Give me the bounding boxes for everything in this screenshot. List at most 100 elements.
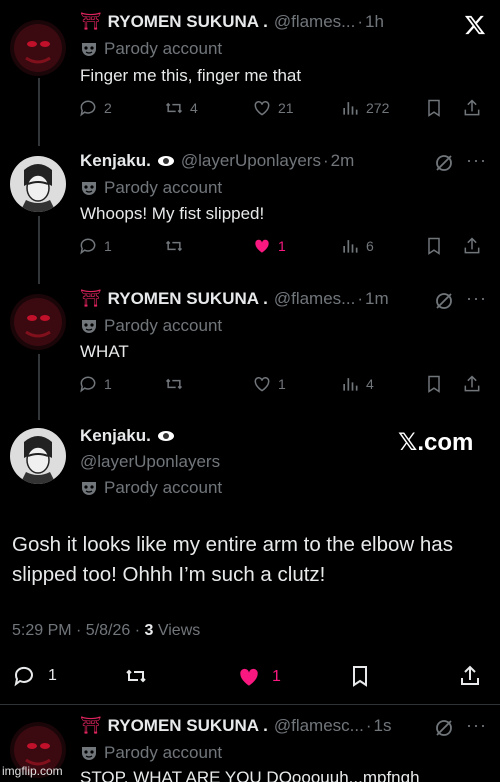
x-com-watermark: 𝕏.com xyxy=(398,429,474,456)
views-button[interactable]: 4 xyxy=(340,374,374,394)
views-icon xyxy=(343,378,358,391)
repost-icon xyxy=(165,240,183,252)
parody-text: Parody account xyxy=(104,178,223,197)
reply-button[interactable]: 1 xyxy=(78,236,112,256)
separator: · xyxy=(357,12,364,31)
repost-button[interactable]: 4 xyxy=(164,98,198,118)
separator: · xyxy=(322,151,329,170)
x-logo-icon[interactable] xyxy=(464,14,486,36)
thread-line xyxy=(38,354,40,420)
reply-icon xyxy=(80,238,96,255)
parody-label: Parody account xyxy=(80,316,222,336)
display-name[interactable]: RYOMEN SUKUNA . xyxy=(108,12,268,32)
repost-button[interactable] xyxy=(124,664,148,688)
timestamp[interactable]: 2m xyxy=(331,151,355,171)
share-icon xyxy=(461,665,479,685)
thread-line xyxy=(38,78,40,146)
heart-filled-icon xyxy=(255,239,269,253)
user-handle[interactable]: @flames... xyxy=(274,12,356,32)
action-bar: 1 1 6 xyxy=(78,236,480,260)
mask-icon xyxy=(82,747,96,760)
eye-icon xyxy=(157,427,175,445)
views-icon xyxy=(343,102,358,115)
repost-icon xyxy=(126,669,146,683)
like-button[interactable]: 1 xyxy=(236,664,281,690)
avatar[interactable] xyxy=(10,20,66,76)
like-button[interactable]: 21 xyxy=(252,98,294,118)
parody-text: Parody account xyxy=(104,316,223,335)
parody-label: Parody account xyxy=(80,178,222,198)
tweet-header: ⛩ RYOMEN SUKUNA . @flamesc... · 1s xyxy=(80,716,391,736)
bookmark-button[interactable] xyxy=(424,374,444,394)
bookmark-button[interactable] xyxy=(424,236,444,256)
repost-button[interactable] xyxy=(164,236,190,256)
reply-button[interactable]: 1 xyxy=(12,664,57,688)
like-button[interactable]: 1 xyxy=(252,374,286,394)
grok-icon[interactable] xyxy=(434,153,454,173)
display-name[interactable]: RYOMEN SUKUNA . xyxy=(108,716,268,736)
display-name[interactable]: RYOMEN SUKUNA . xyxy=(108,289,268,309)
heart-filled-icon xyxy=(240,668,258,686)
user-handle[interactable]: @layerUponlayers xyxy=(181,151,321,171)
separator: · xyxy=(357,289,364,308)
user-handle[interactable]: @flamesc... xyxy=(274,716,364,736)
mask-icon xyxy=(82,182,96,195)
repost-icon xyxy=(165,378,183,390)
user-handle[interactable]: @flames... xyxy=(274,289,356,309)
share-button[interactable] xyxy=(458,664,482,688)
views-icon xyxy=(343,240,358,253)
share-button[interactable] xyxy=(462,236,482,256)
like-count: 1 xyxy=(278,376,286,392)
display-name[interactable]: Kenjaku. xyxy=(80,151,151,171)
timestamp[interactable]: 1m xyxy=(365,289,389,309)
share-icon xyxy=(464,237,480,254)
reply-count: 1 xyxy=(48,667,57,684)
reply-count: 2 xyxy=(104,100,112,116)
tweet-meta: 5:29 PM · 5/8/26 · 3 Views xyxy=(12,622,200,640)
view-count: 6 xyxy=(366,238,374,254)
tweet-text: STOP, WHAT ARE YOU DOooouuh...mpfngh xyxy=(80,768,420,782)
share-button[interactable] xyxy=(462,374,482,394)
view-count: 4 xyxy=(366,376,374,392)
imgflip-watermark: imgflip.com xyxy=(2,764,63,778)
parody-label: Parody account xyxy=(80,39,222,59)
display-name[interactable]: Kenjaku. xyxy=(80,426,151,446)
bookmark-icon xyxy=(353,666,367,687)
thread-line xyxy=(38,216,40,284)
like-count: 1 xyxy=(272,668,281,685)
avatar[interactable] xyxy=(10,156,66,212)
share-button[interactable] xyxy=(462,98,482,118)
like-button[interactable]: 1 xyxy=(252,236,286,256)
views-button[interactable]: 272 xyxy=(340,98,389,118)
bookmark-button[interactable] xyxy=(424,98,444,118)
grok-icon[interactable] xyxy=(434,718,454,738)
views-button[interactable]: 6 xyxy=(340,236,374,256)
parody-label: Parody account xyxy=(80,743,222,763)
bookmark-icon xyxy=(428,375,440,393)
user-handle[interactable]: @layerUponlayers xyxy=(80,452,220,472)
share-icon xyxy=(464,99,480,116)
main-action-bar: 1 1 xyxy=(12,664,488,688)
tweet-header: Kenjaku. xyxy=(80,426,175,446)
reply-count: 1 xyxy=(104,238,112,254)
avatar[interactable] xyxy=(10,294,66,350)
bookmark-button[interactable] xyxy=(348,664,372,688)
avatar[interactable] xyxy=(10,428,66,484)
eye-icon xyxy=(157,152,175,170)
more-options-icon[interactable]: ··· xyxy=(466,715,487,736)
reply-button[interactable]: 2 xyxy=(78,98,112,118)
action-bar: 1 1 4 xyxy=(78,374,480,398)
repost-count: 4 xyxy=(190,100,198,116)
more-options-icon[interactable]: ··· xyxy=(466,150,487,171)
timestamp[interactable]: 1s xyxy=(374,716,392,736)
tweet-header: ⛩ RYOMEN SUKUNA . @flames... · 1h xyxy=(80,12,384,32)
tweet-datetime[interactable]: 5:29 PM · 5/8/26 · xyxy=(12,622,145,639)
share-icon xyxy=(464,375,480,392)
more-options-icon[interactable]: ··· xyxy=(466,288,487,309)
reply-button[interactable]: 1 xyxy=(78,374,112,394)
grok-icon[interactable] xyxy=(434,291,454,311)
mask-icon xyxy=(82,320,96,333)
repost-button[interactable] xyxy=(164,374,190,394)
timestamp[interactable]: 1h xyxy=(365,12,384,32)
heart-icon xyxy=(254,376,270,392)
